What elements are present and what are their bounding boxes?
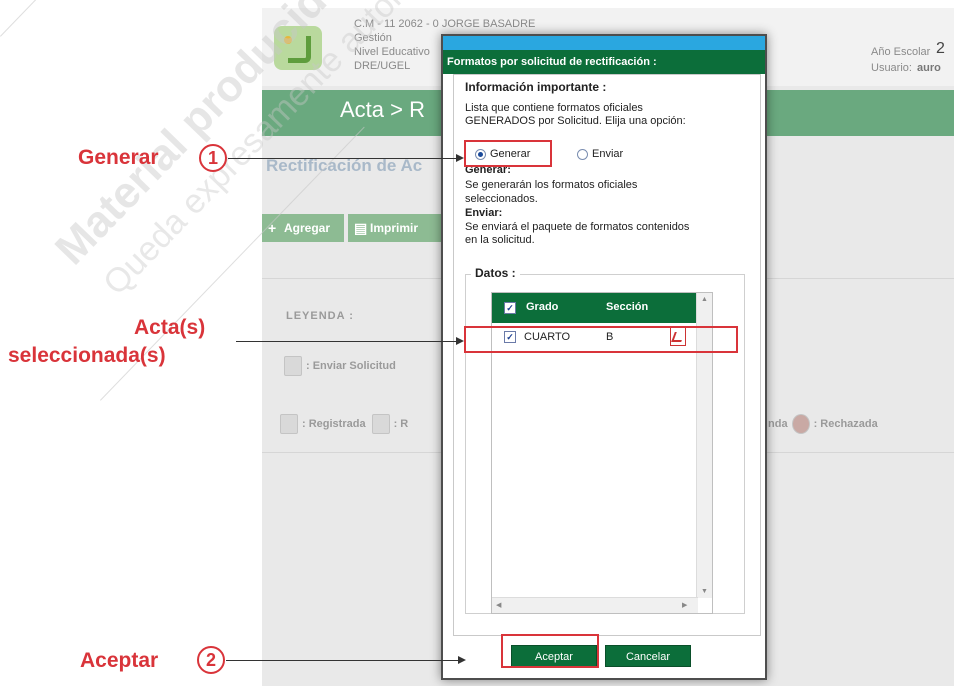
send-text-2: en la solicitud. [465, 234, 535, 246]
radio-unselected-icon [577, 148, 588, 160]
send-document-icon [371, 414, 390, 434]
year-value: 2 [936, 40, 945, 57]
selected-row-highlight [464, 326, 738, 353]
scroll-left-icon[interactable]: ◀ [496, 601, 501, 609]
arrow-right-icon [456, 154, 464, 162]
arrow-right-icon [458, 656, 466, 664]
user-label: Usuario: [871, 62, 912, 74]
legend-rejected: nda : Rechazada [768, 414, 878, 434]
column-grado: Grado [526, 301, 559, 313]
header-gestion: Gestión [354, 32, 392, 44]
callout-line [228, 158, 456, 159]
callout-seleccionada-label: seleccionada(s) [8, 344, 166, 367]
intro-line-2: GENERADOS por Solicitud. Elija una opció… [465, 115, 686, 127]
cancel-button[interactable]: Cancelar [605, 645, 691, 667]
generate-highlight [464, 140, 552, 167]
callout-acta-label: Acta(s) [134, 316, 206, 339]
printer-icon: ▤ [354, 220, 368, 236]
select-all-checkbox[interactable]: ✓ [504, 302, 516, 314]
legend-send-request: : Enviar Solicitud [284, 356, 396, 376]
app-logo [274, 26, 322, 70]
generate-text-1: Se generarán los formatos oficiales [465, 179, 638, 191]
column-seccion: Sección [606, 301, 649, 313]
dialog-top-bar [443, 36, 765, 50]
year-label: Año Escolar [871, 46, 931, 58]
arrow-right-icon [456, 337, 464, 345]
legend-nda-label: nda [768, 417, 788, 430]
scroll-right-icon[interactable]: ▶ [682, 601, 687, 609]
watermark-line [0, 0, 43, 37]
edit-icon [284, 356, 302, 376]
user-value: auro [917, 62, 941, 74]
legend-registered-label: : Registrada [302, 417, 366, 430]
scroll-up-icon[interactable]: ▲ [701, 296, 708, 303]
scroll-down-icon[interactable]: ▼ [701, 588, 708, 595]
grid-header: ✓ Grado Sección [492, 293, 696, 323]
callout-number-1: 1 [199, 144, 227, 172]
header-dre: DRE/UGEL [354, 60, 411, 72]
callout-line [236, 341, 456, 342]
horizontal-scrollbar[interactable]: ◀ ▶ [492, 597, 698, 613]
dialog-title: Formatos por solicitud de rectificación … [443, 50, 765, 74]
send-text-1: Se enviará el paquete de formatos conten… [465, 221, 690, 233]
rejected-icon [791, 414, 810, 434]
accept-highlight [501, 634, 599, 668]
intro-line-1: Lista que contiene formatos oficiales [465, 102, 643, 114]
page-title: Rectificación de Ac [266, 156, 423, 175]
generate-text-2: seleccionados. [465, 193, 538, 205]
legend-r-label: : R [393, 417, 409, 430]
callout-aceptar-label: Aceptar [80, 649, 159, 672]
datos-label: Datos : [471, 266, 520, 280]
send-heading: Enviar: [465, 207, 503, 219]
callout-generar-label: Generar [78, 146, 159, 169]
radio-send[interactable]: Enviar [577, 148, 623, 160]
header-nivel: Nivel Educativo [354, 46, 430, 58]
legend-label: LEYENDA : [286, 310, 354, 322]
print-button-label: Imprimir [370, 221, 419, 235]
callout-line [226, 660, 458, 661]
legend-send-label: : Enviar Solicitud [306, 359, 396, 372]
document-icon [280, 414, 298, 434]
legend-registered: : Registrada : R [280, 414, 408, 434]
school-code: C.M - 11 2062 - 0 JORGE BASADRE [354, 18, 536, 30]
legend-rejected-label: : Rechazada [813, 417, 878, 430]
callout-number-2: 2 [197, 646, 225, 674]
important-heading: Información importante : [465, 80, 607, 94]
print-button[interactable]: ▤ Imprimir [348, 214, 444, 242]
add-button-label: Agregar [284, 221, 331, 235]
radio-send-label: Enviar [592, 148, 624, 160]
rectification-formats-dialog: Formatos por solicitud de rectificación … [441, 34, 767, 680]
breadcrumb: Acta > R [340, 97, 425, 122]
